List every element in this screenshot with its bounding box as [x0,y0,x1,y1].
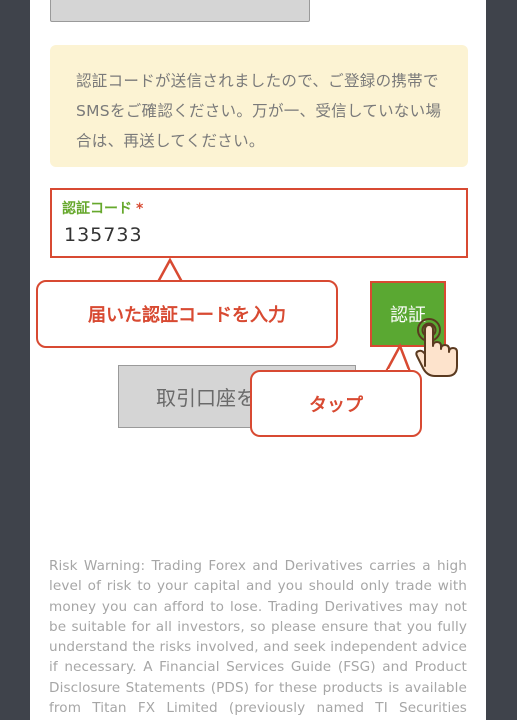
required-mark: * [136,201,144,217]
sms-sent-notice: 認証コードが送信されましたので、ご登録の携帯でSMSをご確認ください。万が一、受… [50,45,468,167]
tap-hand-icon [415,318,458,377]
callout-enter-text: 届いた認証コードを入力 [88,305,286,326]
risk-warning: Risk Warning: Trading Forex and Derivati… [49,558,467,717]
open-account-button-label: 取引口座を [156,386,256,410]
verification-code-input[interactable]: 135733 [64,224,143,246]
verification-code-field[interactable]: 認証コード * 135733 [50,188,468,258]
notice-text: 認証コードが送信されましたので、ご登録の携帯でSMSをご確認ください。万が一、受… [76,72,442,150]
callout-tap-text: タップ [309,394,363,416]
previous-button[interactable] [50,0,310,22]
callout-tap: タップ [250,370,422,437]
callout-enter-code: 届いた認証コードを入力 [36,280,338,348]
phone-screen: 認証コードが送信されましたので、ご登録の携帯でSMSをご確認ください。万が一、受… [30,0,486,720]
verification-code-label: 認証コード * [62,201,144,217]
